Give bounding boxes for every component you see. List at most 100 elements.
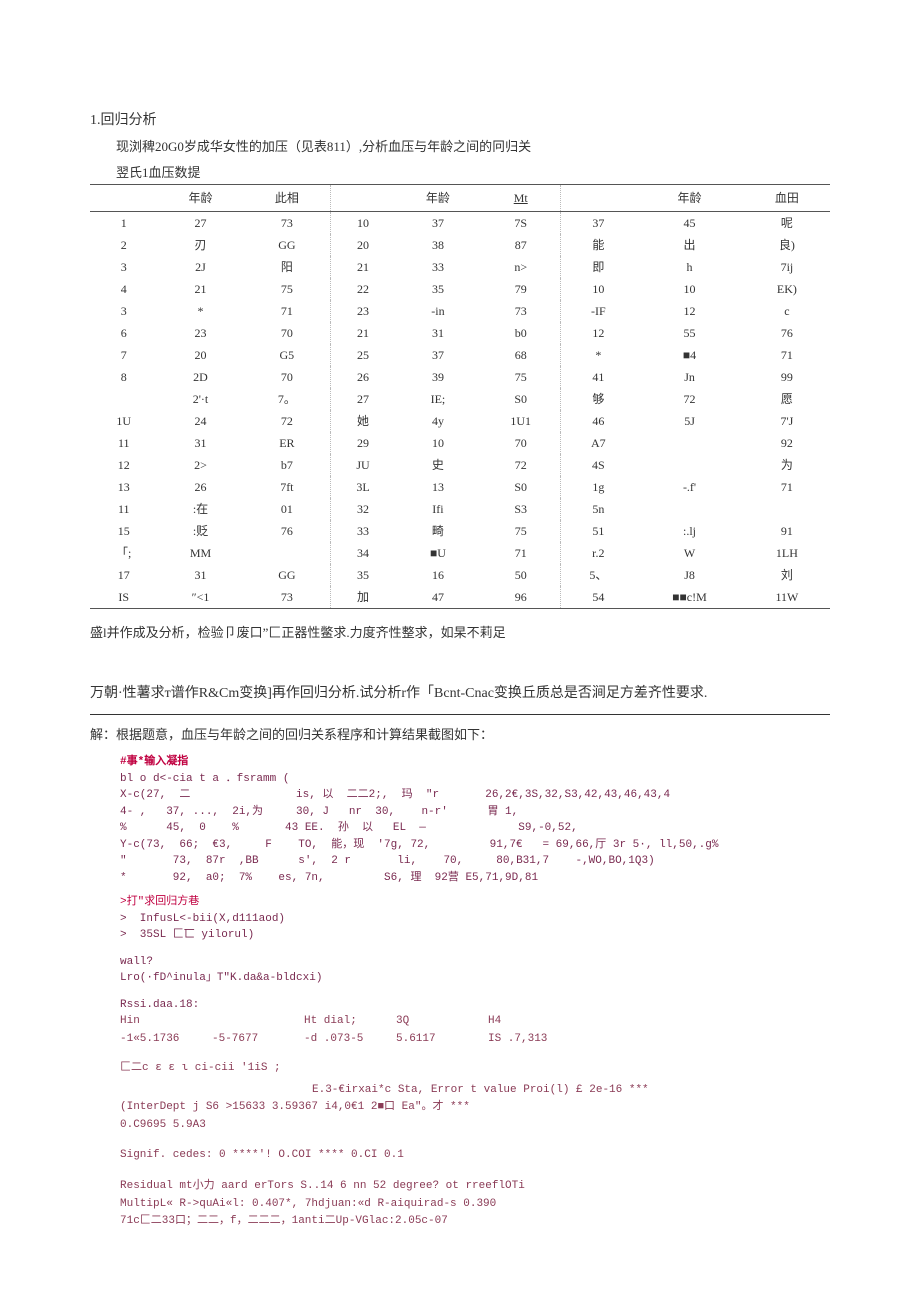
- table-cell: 21: [331, 256, 395, 278]
- table-cell: :.lj: [635, 520, 744, 542]
- table-cell: 6: [90, 322, 157, 344]
- table-cell: 4y: [395, 410, 481, 432]
- table-cell: 73: [481, 300, 561, 322]
- table-cell: W: [635, 542, 744, 564]
- table-cell: 7'J: [744, 410, 830, 432]
- table-cell: 良): [744, 234, 830, 256]
- residuals-block: Hin Ht dial; 3Q H4 -1«5.1736 -5-7677 -d …: [120, 1013, 830, 1231]
- table-cell: 76: [244, 520, 331, 542]
- table-cell: 22: [331, 278, 395, 300]
- coef-heading: 匚二ϲ ε ε ι ci-cii '1iS ;: [120, 1060, 830, 1078]
- code-line: #事*输入凝指: [120, 754, 830, 771]
- coef-row: (InterDept j S6 >15633 3.59367 i4,0€1 2■…: [120, 1099, 830, 1117]
- coef-row: 0.C9695 5.9A3: [120, 1117, 830, 1135]
- table-cell: 17: [90, 564, 157, 586]
- resid-header: Ht dial;: [304, 1013, 384, 1031]
- table-cell: 32: [331, 498, 395, 520]
- table-cell: 46: [561, 410, 635, 432]
- table-cell: 3L: [331, 476, 395, 498]
- table-cell: G5: [244, 344, 331, 366]
- table-cell: ■■c!M: [635, 586, 744, 609]
- footer-line: MultipL« R->quAi«l: 0.407*, 7hdjuan:«d R…: [120, 1196, 830, 1214]
- table-cell: 47: [395, 586, 481, 609]
- table-cell: 刘: [744, 564, 830, 586]
- code-line: Lro(·fD^inula」T"K.da&a-bldcxi): [120, 970, 830, 987]
- table-cell: GG: [244, 234, 331, 256]
- table-cell: 68: [481, 344, 561, 366]
- col-age-2: 年龄: [395, 185, 481, 212]
- table-cell: 20: [331, 234, 395, 256]
- table-cell: 1U1: [481, 410, 561, 432]
- table-cell: 26: [331, 366, 395, 388]
- table-cell: 15: [90, 520, 157, 542]
- table-cell: 5J: [635, 410, 744, 432]
- code-line: * 92, a0; 7% es, 7n, S6, 理 92营 E5,71,9D,…: [120, 870, 830, 887]
- resid-value: 5.6117: [396, 1031, 476, 1049]
- table-cell: 11: [90, 432, 157, 454]
- code-line: > 35SL 匚匸 yilorul): [120, 927, 830, 944]
- document-page: 1.回归分析 现浏稗20G0岁成华女性的加压（见表811）,分析血压与年龄之间的…: [0, 0, 920, 1271]
- table-cell: [744, 498, 830, 520]
- table-cell: 7: [90, 344, 157, 366]
- table-cell: 11W: [744, 586, 830, 609]
- table-cell: 2'·t: [157, 388, 243, 410]
- code-line: X-c(27, 二 is, 以 二二2;, 玛 "r 26,2€,3S,32,S…: [120, 787, 830, 804]
- table-caption: 翌氏1血压数提: [90, 163, 830, 183]
- table-cell: 12: [561, 322, 635, 344]
- solution-lead: 解：根据题意，血压与年龄之间的回归关系程序和计算结果截图如下：: [90, 725, 830, 745]
- table-cell: b0: [481, 322, 561, 344]
- table-cell: 27: [331, 388, 395, 410]
- table-cell: 21: [331, 322, 395, 344]
- table-cell: MM: [157, 542, 243, 564]
- table-cell: 54: [561, 586, 635, 609]
- table-cell: 31: [157, 564, 243, 586]
- table-cell: 70: [244, 366, 331, 388]
- table-cell: 87: [481, 234, 561, 256]
- table-cell: 55: [635, 322, 744, 344]
- table-cell: 13: [395, 476, 481, 498]
- table-cell: 加: [331, 586, 395, 609]
- col-bp-1: 此相: [244, 185, 331, 212]
- table-cell: 92: [744, 432, 830, 454]
- code-line: " 73, 87r ,BB s', 2 r li, 70, 80,B31,7 -…: [120, 853, 830, 870]
- table-cell: 26: [157, 476, 243, 498]
- table-cell: [635, 454, 744, 476]
- resid-header: Hin: [120, 1013, 200, 1031]
- table-cell: h: [635, 256, 744, 278]
- code-line: bl o d<-cia t a ．fsramm (: [120, 771, 830, 788]
- table-cell: 25: [331, 344, 395, 366]
- table-cell: 她: [331, 410, 395, 432]
- horizontal-rule: [90, 714, 830, 715]
- paragraph-2: 万朝·性薯求т谱作R&Cm变换]再作回归分析.试分析r作「Bcnt-Cnac变换…: [90, 683, 830, 704]
- intro-text: 现浏稗20G0岁成华女性的加压（见表811）,分析血压与年龄之间的冋归关: [90, 137, 830, 157]
- table-cell: 5n: [561, 498, 635, 520]
- resid-value: -d .073-5: [304, 1031, 384, 1049]
- table-cell: 10: [395, 432, 481, 454]
- table-cell: 71: [744, 344, 830, 366]
- data-table: 年龄 此相 年龄 Mt 年龄 血田 1277310377S3745呢2刃GG20…: [90, 184, 830, 609]
- table-cell: 12: [635, 300, 744, 322]
- section-title: 1.回归分析: [90, 110, 830, 131]
- table-cell: n>: [481, 256, 561, 278]
- table-cell: 75: [244, 278, 331, 300]
- table-cell: *: [157, 300, 243, 322]
- table-cell: 4: [90, 278, 157, 300]
- table-cell: 为: [744, 454, 830, 476]
- table-cell: 70: [481, 432, 561, 454]
- code-line: Y-c(73, 66; €3, F TO, 能，现 '7g, 72, 91,7€…: [120, 837, 830, 854]
- table-cell: ■U: [395, 542, 481, 564]
- table-cell: 8: [90, 366, 157, 388]
- table-cell: ■4: [635, 344, 744, 366]
- table-cell: 33: [331, 520, 395, 542]
- table-cell: 呢: [744, 212, 830, 235]
- code-line: > InfusL<-bii(X,d111aod): [120, 911, 830, 928]
- code-line: % 45, 0 % 43 EE. 孙 以 EL — S9,-0,52,: [120, 820, 830, 837]
- col-bp-3: 血田: [744, 185, 830, 212]
- table-cell: 3: [90, 256, 157, 278]
- paragraph-1: 盛l并作成及分析，检验卩废口”匚正器性鳖求.力度齐性整求，如杲不莉足: [90, 623, 830, 643]
- table-cell: 37: [395, 344, 481, 366]
- table-cell: 够: [561, 388, 635, 410]
- table-cell: 73: [244, 586, 331, 609]
- table-cell: 75: [481, 366, 561, 388]
- table-cell: -.f': [635, 476, 744, 498]
